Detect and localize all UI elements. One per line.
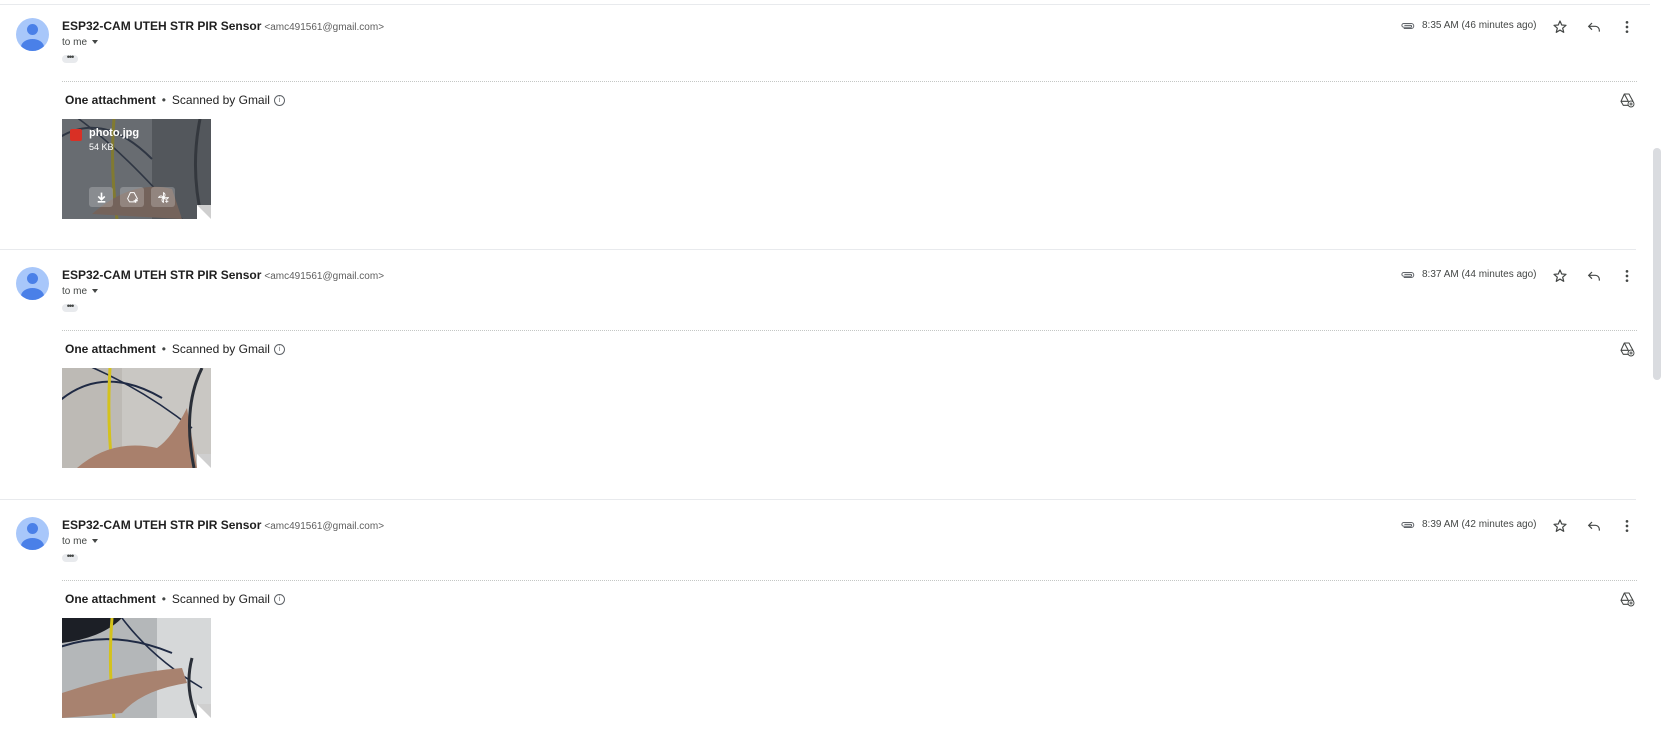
attachment-thumbnail[interactable]: photo.jpg 54 KB (62, 119, 211, 219)
message-time: 8:35 AM (46 minutes ago) (1422, 20, 1537, 31)
scanned-label: Scanned by Gmail (171, 342, 270, 356)
show-trimmed-content-button[interactable]: ••• (62, 552, 78, 562)
more-options-button[interactable] (1617, 266, 1637, 286)
attachment-title: One attachment (65, 342, 156, 356)
attachment-divider (62, 81, 1637, 82)
sender-name[interactable]: ESP32-CAM UTEH STR PIR Sensor (62, 19, 261, 33)
star-button[interactable] (1550, 17, 1570, 37)
thumbnail-hover-overlay: photo.jpg 54 KB (62, 119, 211, 219)
file-size: 54 KB (89, 142, 114, 152)
add-to-drive-icon[interactable] (1619, 92, 1635, 108)
show-trimmed-content-button[interactable]: ••• (62, 53, 78, 63)
attachment-title: One attachment (65, 592, 156, 606)
reply-icon (1587, 22, 1600, 32)
caret-down-icon (92, 40, 99, 45)
add-to-drive-icon[interactable] (1619, 591, 1635, 607)
email-message: ESP32-CAM UTEH STR PIR Sensor <amc491561@… (0, 249, 1650, 499)
sender-line[interactable]: ESP32-CAM UTEH STR PIR Sensor <amc491561@… (62, 19, 384, 33)
attachment-thumbnail[interactable] (62, 618, 211, 718)
reply-button[interactable] (1584, 516, 1604, 536)
email-message: ESP32-CAM UTEH STR PIR Sensor <amc491561@… (0, 0, 1650, 250)
star-icon (1553, 519, 1567, 532)
add-to-drive-icon[interactable] (1619, 341, 1635, 357)
sender-name[interactable]: ESP32-CAM UTEH STR PIR Sensor (62, 268, 261, 282)
photo-preview (62, 618, 211, 718)
image-file-icon (70, 129, 82, 141)
star-button[interactable] (1550, 266, 1570, 286)
add-to-drive-button[interactable] (120, 187, 144, 207)
caret-down-icon (92, 539, 99, 544)
scrollbar-thumb[interactable] (1653, 148, 1661, 380)
add-to-drive-icon (126, 191, 138, 203)
sender-avatar[interactable] (16, 18, 49, 51)
more-vert-icon (1625, 21, 1629, 33)
paperclip-icon (1401, 272, 1415, 278)
show-trimmed-content-button[interactable]: ••• (62, 302, 78, 312)
star-icon (1553, 20, 1567, 33)
page-fold (197, 454, 211, 468)
info-icon[interactable]: i (273, 344, 285, 356)
photo-preview (62, 368, 211, 468)
attachment-divider (62, 580, 1637, 581)
sender-email: <amc491561@gmail.com> (264, 521, 385, 532)
more-vert-icon (1625, 270, 1629, 282)
attachment-header: One attachment • Scanned by Gmail i (65, 93, 285, 107)
recipient-label: to me (62, 536, 88, 547)
file-name: photo.jpg (89, 127, 140, 139)
recipient-dropdown[interactable]: to me (62, 37, 99, 48)
attachment-header: One attachment • Scanned by Gmail i (65, 592, 285, 606)
reply-icon (1587, 521, 1600, 531)
more-options-button[interactable] (1617, 516, 1637, 536)
recipient-dropdown[interactable]: to me (62, 536, 99, 547)
reply-icon (1587, 271, 1600, 281)
sender-email: <amc491561@gmail.com> (264, 271, 385, 282)
sender-line[interactable]: ESP32-CAM UTEH STR PIR Sensor <amc491561@… (62, 268, 384, 282)
page-fold (197, 704, 211, 718)
sender-email: <amc491561@gmail.com> (264, 22, 385, 33)
page-fold (197, 205, 211, 219)
scanned-label: Scanned by Gmail (171, 592, 270, 606)
add-to-photos-icon (157, 191, 169, 203)
more-vert-icon (1625, 520, 1629, 532)
download-icon (97, 192, 105, 203)
separator: • (161, 93, 166, 107)
caret-down-icon (92, 289, 99, 294)
attachment-title: One attachment (65, 93, 156, 107)
more-options-button[interactable] (1617, 17, 1637, 37)
scanned-label: Scanned by Gmail (171, 93, 270, 107)
attachment-thumbnail[interactable] (62, 368, 211, 468)
sender-avatar[interactable] (16, 517, 49, 550)
info-icon[interactable]: i (273, 594, 285, 606)
separator: • (161, 342, 166, 356)
sender-avatar[interactable] (16, 267, 49, 300)
sender-line[interactable]: ESP32-CAM UTEH STR PIR Sensor <amc491561@… (62, 518, 384, 532)
reply-button[interactable] (1584, 17, 1604, 37)
recipient-label: to me (62, 286, 88, 297)
reply-button[interactable] (1584, 266, 1604, 286)
separator: • (161, 592, 166, 606)
sender-name[interactable]: ESP32-CAM UTEH STR PIR Sensor (62, 518, 261, 532)
attachment-divider (62, 330, 1637, 331)
star-icon (1553, 269, 1567, 282)
message-time: 8:37 AM (44 minutes ago) (1422, 269, 1537, 280)
attachment-header: One attachment • Scanned by Gmail i (65, 342, 285, 356)
add-to-photos-button[interactable] (151, 187, 175, 207)
scrollbar[interactable] (1650, 0, 1663, 739)
star-button[interactable] (1550, 516, 1570, 536)
info-icon[interactable]: i (273, 95, 285, 107)
message-time: 8:39 AM (42 minutes ago) (1422, 519, 1537, 530)
paperclip-icon (1401, 23, 1415, 29)
email-message: ESP32-CAM UTEH STR PIR Sensor <amc491561@… (0, 499, 1650, 749)
paperclip-icon (1401, 522, 1415, 528)
recipient-dropdown[interactable]: to me (62, 286, 99, 297)
recipient-label: to me (62, 37, 88, 48)
download-button[interactable] (89, 187, 113, 207)
